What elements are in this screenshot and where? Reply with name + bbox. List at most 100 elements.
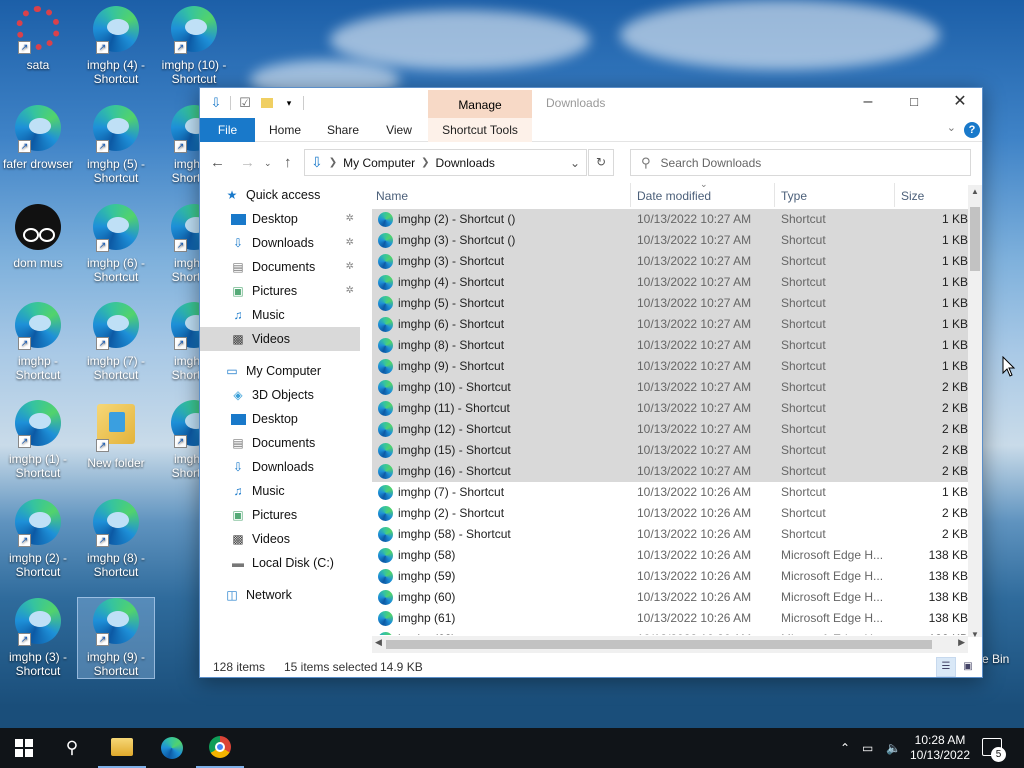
horizontal-scroll-thumb[interactable]	[386, 640, 932, 649]
tab-shortcut-tools[interactable]: Shortcut Tools	[428, 118, 532, 142]
address-bar[interactable]: ⇩ ❯ My Computer ❯ Downloads ⌄	[304, 149, 587, 176]
desktop-icon[interactable]: ↗ imghp (9) - Shortcut	[77, 597, 155, 679]
desktop-icon[interactable]: ↗ imghp (5) - Shortcut	[78, 105, 154, 185]
file-explorer-taskbar-button[interactable]	[98, 728, 146, 768]
column-date-modified[interactable]: Date modified	[637, 189, 711, 203]
tab-manage[interactable]: Manage	[428, 90, 532, 118]
show-hidden-icons-icon[interactable]: ⌃	[840, 728, 850, 768]
up-arrow-icon[interactable]: ↑	[284, 154, 292, 171]
close-button[interactable]: ✕	[937, 88, 983, 118]
horizontal-scrollbar[interactable]: ◀ ▶	[372, 636, 968, 653]
forward-arrow-icon[interactable]: →	[240, 154, 255, 171]
desktop-icon[interactable]: ↗ fafer drowser	[0, 105, 76, 171]
table-row[interactable]: imghp (10) - Shortcut 10/13/2022 10:27 AM…	[372, 377, 968, 398]
nav-computer-videos[interactable]: ▩ Videos	[200, 527, 360, 551]
table-row[interactable]: imghp (60) 10/13/2022 10:26 AM Microsoft E…	[372, 587, 968, 608]
recent-locations-icon[interactable]: ⌄	[264, 158, 272, 169]
table-row[interactable]: imghp (2) - Shortcut () 10/13/2022 10:27 …	[372, 209, 968, 230]
properties-icon[interactable]: ☑	[237, 95, 253, 111]
desktop-icon[interactable]: ↗ imghp (7) - Shortcut	[78, 302, 154, 382]
tab-home[interactable]: Home	[262, 118, 308, 142]
window-icon[interactable]: ⇩	[208, 95, 224, 111]
nav-quick-pictures[interactable]: ▣ Pictures ✲	[200, 279, 360, 303]
desktop-icon[interactable]: ↗ imghp - Shortcut	[0, 302, 76, 382]
desktop-icon[interactable]: ↗ imghp (3) - Shortcut	[0, 598, 76, 678]
nav-quick-access[interactable]: ★ Quick access	[200, 183, 360, 207]
recycle-bin-label[interactable]: e Bin	[982, 652, 1022, 666]
nav-quick-music[interactable]: ♫ Music	[200, 303, 360, 327]
search-input[interactable]: ⚲ Search Downloads	[630, 149, 971, 176]
large-icons-view-icon[interactable]: ▣	[958, 657, 978, 677]
table-row[interactable]: imghp (62) 10/13/2022 10:26 AM Microsoft E…	[372, 629, 968, 635]
desktop-icon[interactable]: dom mus	[0, 204, 76, 270]
breadcrumb-my-computer[interactable]: My Computer	[343, 156, 415, 170]
desktop-icon[interactable]: ↗ imghp (6) - Shortcut	[78, 204, 154, 284]
back-arrow-icon[interactable]: ←	[210, 154, 225, 171]
details-view-icon[interactable]: ☰	[936, 657, 956, 677]
nav-computer-local-disk-c-[interactable]: ▬ Local Disk (C:)	[200, 551, 360, 575]
desktop-icon[interactable]: ↗ imghp (10) - Shortcut	[156, 6, 232, 86]
column-type[interactable]: Type	[781, 189, 807, 203]
help-icon[interactable]: ?	[964, 122, 980, 138]
table-row[interactable]: imghp (7) - Shortcut 10/13/2022 10:26 AM S…	[372, 482, 968, 503]
nav-network[interactable]: ◫ Network	[200, 583, 360, 607]
table-row[interactable]: imghp (5) - Shortcut 10/13/2022 10:27 AM S…	[372, 293, 968, 314]
table-row[interactable]: imghp (12) - Shortcut 10/13/2022 10:27 AM…	[372, 419, 968, 440]
breadcrumb-downloads[interactable]: Downloads	[436, 156, 495, 170]
table-row[interactable]: imghp (58) 10/13/2022 10:26 AM Microsoft E…	[372, 545, 968, 566]
customize-toolbar-icon[interactable]: ▾	[281, 95, 297, 111]
breadcrumb-separator-icon[interactable]: ❯	[329, 157, 337, 168]
tab-view[interactable]: View	[376, 118, 422, 142]
network-icon[interactable]: ▭	[862, 728, 873, 768]
vertical-scroll-thumb[interactable]	[970, 207, 980, 271]
desktop-icon[interactable]: ↗ sata	[0, 6, 76, 72]
table-row[interactable]: imghp (61) 10/13/2022 10:26 AM Microsoft E…	[372, 608, 968, 629]
scroll-right-icon[interactable]: ▶	[958, 637, 965, 648]
table-row[interactable]: imghp (3) - Shortcut () 10/13/2022 10:27 …	[372, 230, 968, 251]
nav-computer-downloads[interactable]: ⇩ Downloads	[200, 455, 360, 479]
volume-icon[interactable]: 🔈	[886, 728, 901, 768]
address-dropdown-icon[interactable]: ⌄	[570, 156, 580, 170]
table-row[interactable]: imghp (59) 10/13/2022 10:26 AM Microsoft E…	[372, 566, 968, 587]
nav-computer-music[interactable]: ♫ Music	[200, 479, 360, 503]
table-row[interactable]: imghp (9) - Shortcut 10/13/2022 10:27 AM S…	[372, 356, 968, 377]
clock[interactable]: 10:28 AM 10/13/2022	[900, 733, 980, 763]
title-bar[interactable]: ⇩ ☑ ▾ Manage Downloads – □ ✕	[200, 88, 982, 118]
minimize-button[interactable]: –	[845, 88, 891, 118]
table-row[interactable]: imghp (2) - Shortcut 10/13/2022 10:26 AM S…	[372, 503, 968, 524]
table-row[interactable]: imghp (11) - Shortcut 10/13/2022 10:27 AM…	[372, 398, 968, 419]
nav-quick-videos[interactable]: ▩ Videos	[200, 327, 360, 351]
scroll-left-icon[interactable]: ◀	[375, 637, 382, 648]
maximize-button[interactable]: □	[891, 88, 937, 118]
vertical-scrollbar[interactable]: ▲ ▼	[968, 185, 982, 639]
table-row[interactable]: imghp (58) - Shortcut 10/13/2022 10:26 AM…	[372, 524, 968, 545]
refresh-button[interactable]: ↻	[588, 149, 614, 176]
nav-computer-documents[interactable]: ▤ Documents	[200, 431, 360, 455]
table-row[interactable]: imghp (6) - Shortcut 10/13/2022 10:27 AM S…	[372, 314, 968, 335]
table-row[interactable]: imghp (15) - Shortcut 10/13/2022 10:27 AM…	[372, 440, 968, 461]
nav-computer-pictures[interactable]: ▣ Pictures	[200, 503, 360, 527]
desktop-icon[interactable]: ↗ imghp (4) - Shortcut	[78, 6, 154, 86]
desktop-icon[interactable]: ↗ imghp (8) - Shortcut	[78, 499, 154, 579]
column-name[interactable]: Name	[376, 189, 408, 203]
nav-my-computer[interactable]: ▭ My Computer	[200, 359, 360, 383]
nav-quick-downloads[interactable]: ⇩ Downloads ✲	[200, 231, 360, 255]
edge-taskbar-button[interactable]	[148, 728, 196, 768]
nav-quick-documents[interactable]: ▤ Documents ✲	[200, 255, 360, 279]
start-button[interactable]	[0, 728, 48, 768]
search-taskbar-button[interactable]: ⚲	[48, 728, 96, 768]
breadcrumb-separator-icon[interactable]: ❯	[421, 157, 429, 168]
table-row[interactable]: imghp (4) - Shortcut 10/13/2022 10:27 AM S…	[372, 272, 968, 293]
scroll-up-icon[interactable]: ▲	[968, 187, 982, 196]
chrome-taskbar-button[interactable]	[196, 728, 244, 768]
desktop-icon[interactable]: ↗ New folder	[78, 400, 154, 470]
column-size[interactable]: Size	[901, 189, 924, 203]
nav-computer-3d-objects[interactable]: ◈ 3D Objects	[200, 383, 360, 407]
nav-computer-desktop[interactable]: Desktop	[200, 407, 360, 431]
tab-file[interactable]: File	[200, 118, 255, 142]
table-row[interactable]: imghp (16) - Shortcut 10/13/2022 10:27 AM…	[372, 461, 968, 482]
new-folder-icon[interactable]	[259, 95, 275, 111]
nav-quick-desktop[interactable]: Desktop ✲	[200, 207, 360, 231]
tab-share[interactable]: Share	[320, 118, 366, 142]
table-row[interactable]: imghp (8) - Shortcut 10/13/2022 10:27 AM S…	[372, 335, 968, 356]
